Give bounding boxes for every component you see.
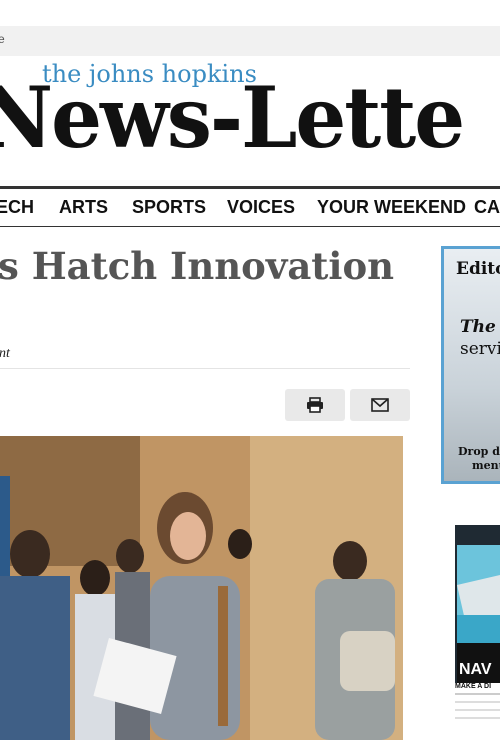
nav-bottom-rule [0, 226, 500, 227]
navy-ad-image [455, 525, 500, 719]
email-button[interactable] [350, 389, 410, 421]
article-photo [0, 436, 403, 740]
masthead-title: News-Lette [0, 68, 465, 167]
sidebar-ad-navy[interactable]: NAV MAKE A DI [455, 525, 500, 725]
sidebar-ad-editorial[interactable]: Edito The N servi Drop do menu [441, 246, 500, 484]
nav-item-your-weekend[interactable]: YOUR WEEKEND [317, 197, 466, 218]
masthead[interactable]: the johns hopkins News-Lette [0, 56, 500, 186]
envelope-icon [371, 398, 389, 412]
nav-item-voices[interactable]: VOICES [227, 197, 295, 218]
ad-line-1: Edito [456, 259, 500, 279]
print-button[interactable] [285, 389, 345, 421]
ad-line-4: Drop do [458, 445, 500, 458]
ad-line-2: The N [460, 317, 500, 337]
nav-item-cartoons[interactable]: CA [474, 197, 500, 218]
nav-top-rule [0, 186, 500, 189]
article-section-label[interactable]: nt [0, 346, 10, 362]
navy-ad-brand: NAV [459, 661, 492, 678]
nav-item-tech[interactable]: ECH [0, 197, 34, 218]
top-utility-text: e [0, 32, 5, 46]
section-nav: ECH ARTS SPORTS VOICES YOUR WEEKEND CA [0, 190, 500, 226]
article-headline: s Hatch Innovation [0, 244, 395, 288]
article-divider [0, 368, 410, 369]
ad-line-5: menu [472, 459, 500, 472]
article-photo-illustration [0, 436, 403, 740]
nav-item-sports[interactable]: SPORTS [132, 197, 206, 218]
printer-icon [307, 397, 323, 413]
ad-line-3: servi [460, 339, 500, 359]
navy-ad-tagline: MAKE A DI [455, 683, 492, 690]
top-utility-bar: e [0, 26, 500, 56]
nav-item-arts[interactable]: ARTS [59, 197, 108, 218]
